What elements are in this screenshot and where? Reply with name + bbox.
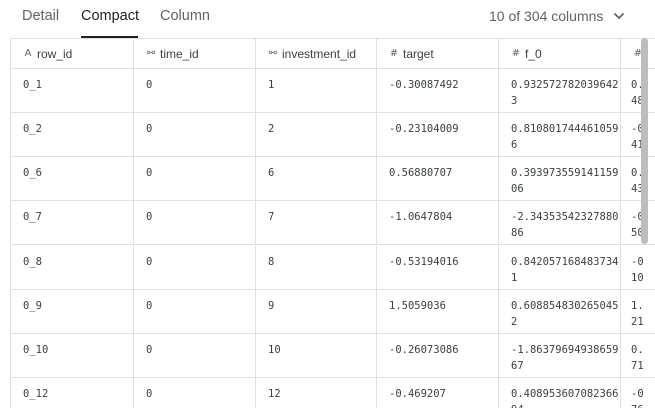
view-toolbar: Detail Compact Column 10 of 304 columns bbox=[0, 0, 655, 38]
cell-f-1: -0 76 bbox=[620, 378, 655, 408]
column-header-investment-id[interactable]: ⚯ investment_id bbox=[255, 39, 376, 69]
column-count-label: 10 of 304 columns bbox=[489, 8, 604, 24]
tab-compact[interactable]: Compact bbox=[81, 7, 139, 38]
cell-time-id: 0 bbox=[133, 201, 255, 244]
cell-investment-id: 2 bbox=[255, 113, 376, 156]
cell-row-id: 0_12 bbox=[10, 378, 133, 408]
table-row[interactable]: 0_2 0 2 -0.23104009 0.8108017444610596 -0 41 bbox=[10, 113, 655, 157]
cell-f-0: 0.40895360708236694 bbox=[498, 378, 620, 408]
vertical-scrollbar[interactable] bbox=[641, 38, 648, 244]
cell-time-id: 0 bbox=[133, 69, 255, 112]
column-count-dropdown[interactable]: 10 of 304 columns bbox=[489, 8, 625, 24]
table-header: Arow_id ⚯ time_id ⚯ investment_id # target … bbox=[10, 38, 655, 69]
cell-target: 1.5059036 bbox=[376, 290, 498, 333]
cell-target: -0.53194016 bbox=[376, 246, 498, 289]
cell-f-0: -1.8637969493865967 bbox=[498, 334, 620, 377]
cell-f-0: 0.9325727820396423 bbox=[498, 69, 620, 112]
cell-investment-id: 10 bbox=[255, 334, 376, 377]
numeric-type-icon: # bbox=[511, 48, 521, 59]
cell-f-1: 0. 48 bbox=[620, 69, 655, 112]
chevron-down-icon bbox=[614, 12, 625, 20]
cell-f-1: 0. 71 bbox=[620, 334, 655, 377]
string-type-icon: A bbox=[24, 48, 32, 59]
cell-f-0: -2.3435354232788086 bbox=[498, 201, 620, 244]
id-type-icon: ⚯ bbox=[268, 48, 278, 59]
cell-f-1: -0 50 bbox=[620, 201, 655, 244]
cell-investment-id: 7 bbox=[255, 201, 376, 244]
table-row[interactable]: 0_12012-0.4692070.40895360708236694-0 76 bbox=[10, 378, 655, 408]
cell-time-id: 0 bbox=[133, 113, 255, 156]
cell-time-id: 0 bbox=[133, 334, 255, 377]
column-header-label: row_id bbox=[37, 47, 73, 61]
id-type-icon: ⚯ bbox=[146, 48, 156, 59]
tab-detail[interactable]: Detail bbox=[22, 7, 59, 38]
column-header-row-id[interactable]: Arow_id bbox=[10, 39, 133, 69]
column-header-label: f_0 bbox=[525, 47, 542, 61]
cell-time-id: 0 bbox=[133, 246, 255, 289]
table-row[interactable]: 0_9 0 9 1.5059036 0.6088548302650452 1. 21 bbox=[10, 290, 655, 334]
table-row[interactable]: 0_1 0 1 -0.30087492 0.9325727820396423 0. 48 bbox=[10, 69, 655, 113]
cell-investment-id: 1 bbox=[255, 69, 376, 112]
column-header-time-id[interactable]: ⚯ time_id bbox=[133, 39, 255, 69]
cell-f-1: -0 10 bbox=[620, 246, 655, 289]
cell-row-id: 0_6 bbox=[10, 157, 133, 200]
column-header-target[interactable]: # target bbox=[376, 39, 498, 69]
cell-f-1: -0 41 bbox=[620, 113, 655, 156]
cell-row-id: 0_7 bbox=[10, 201, 133, 244]
cell-f-0: 0.8108017444610596 bbox=[498, 113, 620, 156]
cell-f-0: 0.8420571684837341 bbox=[498, 246, 620, 289]
cell-row-id: 0_1 bbox=[10, 69, 133, 112]
cell-f-1: 0. 43 bbox=[620, 157, 655, 200]
cell-investment-id: 6 bbox=[255, 157, 376, 200]
column-header-label: investment_id bbox=[282, 47, 357, 61]
cell-target: -0.26073086 bbox=[376, 334, 498, 377]
cell-target: -0.30087492 bbox=[376, 69, 498, 112]
cell-row-id: 0_10 bbox=[10, 334, 133, 377]
cell-row-id: 0_2 bbox=[10, 113, 133, 156]
cell-target: -0.469207 bbox=[376, 378, 498, 408]
table-row[interactable]: 0_8 0 8 -0.53194016 0.8420571684837341 -0 10 bbox=[10, 246, 655, 290]
cell-f-0: 0.39397355914115906 bbox=[498, 157, 620, 200]
cell-investment-id: 12 bbox=[255, 378, 376, 408]
numeric-type-icon: # bbox=[389, 48, 399, 59]
column-header-f-0[interactable]: # f_0 bbox=[498, 39, 620, 69]
cell-row-id: 0_8 bbox=[10, 246, 133, 289]
cell-time-id: 0 bbox=[133, 157, 255, 200]
cell-f-0: 0.6088548302650452 bbox=[498, 290, 620, 333]
data-table: Arow_id ⚯ time_id ⚯ investment_id # target … bbox=[10, 38, 655, 408]
column-header-f-1[interactable]: # bbox=[620, 39, 655, 69]
cell-investment-id: 8 bbox=[255, 246, 376, 289]
table-row[interactable]: 0_10 0 10 -0.26073086 -1.8637969493865967 0. … bbox=[10, 334, 655, 378]
cell-f-1: 1. 21 bbox=[620, 290, 655, 333]
cell-target: 0.56880707 bbox=[376, 157, 498, 200]
column-header-label: time_id bbox=[160, 47, 199, 61]
cell-time-id: 0 bbox=[133, 378, 255, 408]
cell-investment-id: 9 bbox=[255, 290, 376, 333]
tab-column[interactable]: Column bbox=[160, 7, 210, 38]
cell-row-id: 0_9 bbox=[10, 290, 133, 333]
cell-target: -0.23104009 bbox=[376, 113, 498, 156]
cell-target: -1.0647804 bbox=[376, 201, 498, 244]
table-row[interactable]: 0_6 0 6 0.56880707 0.39397355914115906 0. 43 bbox=[10, 157, 655, 201]
column-header-label: target bbox=[403, 47, 434, 61]
table-row[interactable]: 0_7 0 7 -1.0647804 -2.3435354232788086 -0 50 bbox=[10, 201, 655, 245]
cell-time-id: 0 bbox=[133, 290, 255, 333]
